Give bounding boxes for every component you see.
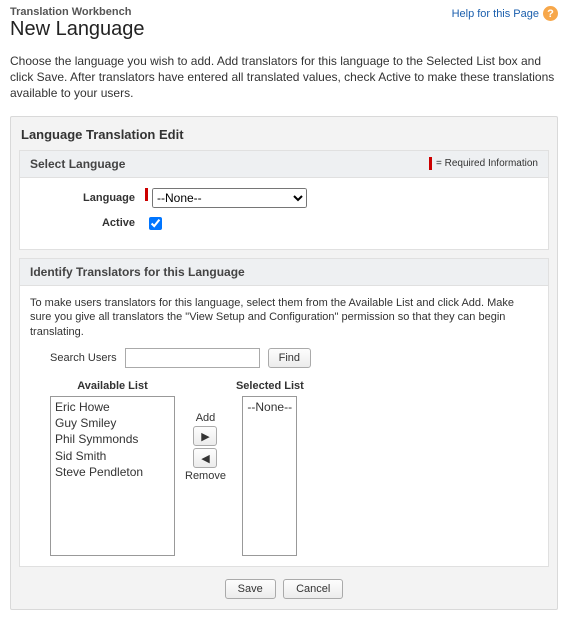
arrow-left-icon: ◀: [201, 452, 209, 465]
required-info: = Required Information: [429, 157, 538, 170]
list-item[interactable]: Phil Symmonds: [55, 431, 170, 447]
active-checkbox[interactable]: [149, 217, 162, 230]
language-select[interactable]: --None--: [152, 188, 307, 208]
search-users-input[interactable]: [125, 348, 260, 368]
add-button[interactable]: ▶: [193, 426, 217, 446]
select-language-section: Select Language = Required Information L…: [19, 150, 549, 250]
translators-desc: To make users translators for this langu…: [30, 296, 538, 341]
list-item[interactable]: Steve Pendleton: [55, 464, 170, 480]
selected-list[interactable]: --None--: [242, 396, 297, 556]
breadcrumb: Translation Workbench: [10, 6, 145, 18]
language-label: Language: [30, 192, 145, 204]
edit-panel: Language Translation Edit Select Languag…: [10, 116, 558, 611]
select-language-header: Select Language: [30, 157, 125, 171]
find-button[interactable]: Find: [268, 348, 311, 368]
active-label: Active: [30, 217, 145, 229]
help-link-label: Help for this Page: [452, 8, 539, 20]
save-button[interactable]: Save: [225, 579, 276, 599]
remove-label: Remove: [185, 470, 226, 482]
selected-list-title: Selected List: [236, 380, 304, 392]
required-bar-icon: [145, 188, 148, 201]
arrow-right-icon: ▶: [201, 430, 209, 443]
help-icon: ?: [543, 6, 558, 21]
required-bar-icon: [429, 157, 432, 170]
help-link[interactable]: Help for this Page ?: [452, 6, 558, 21]
list-item[interactable]: Eric Howe: [55, 399, 170, 415]
panel-title: Language Translation Edit: [11, 117, 557, 150]
search-users-label: Search Users: [50, 352, 117, 364]
translators-section: Identify Translators for this Language T…: [19, 258, 549, 568]
remove-button[interactable]: ◀: [193, 448, 217, 468]
page-title: New Language: [10, 18, 145, 41]
add-label: Add: [196, 412, 216, 424]
list-item[interactable]: --None--: [247, 399, 292, 415]
required-info-label: = Required Information: [436, 158, 538, 169]
intro-text: Choose the language you wish to add. Add…: [10, 53, 558, 102]
available-list[interactable]: Eric HoweGuy SmileyPhil SymmondsSid Smit…: [50, 396, 175, 556]
cancel-button[interactable]: Cancel: [283, 579, 343, 599]
translators-header: Identify Translators for this Language: [30, 265, 245, 279]
list-item[interactable]: Guy Smiley: [55, 415, 170, 431]
list-item[interactable]: Sid Smith: [55, 448, 170, 464]
available-list-title: Available List: [77, 380, 148, 392]
